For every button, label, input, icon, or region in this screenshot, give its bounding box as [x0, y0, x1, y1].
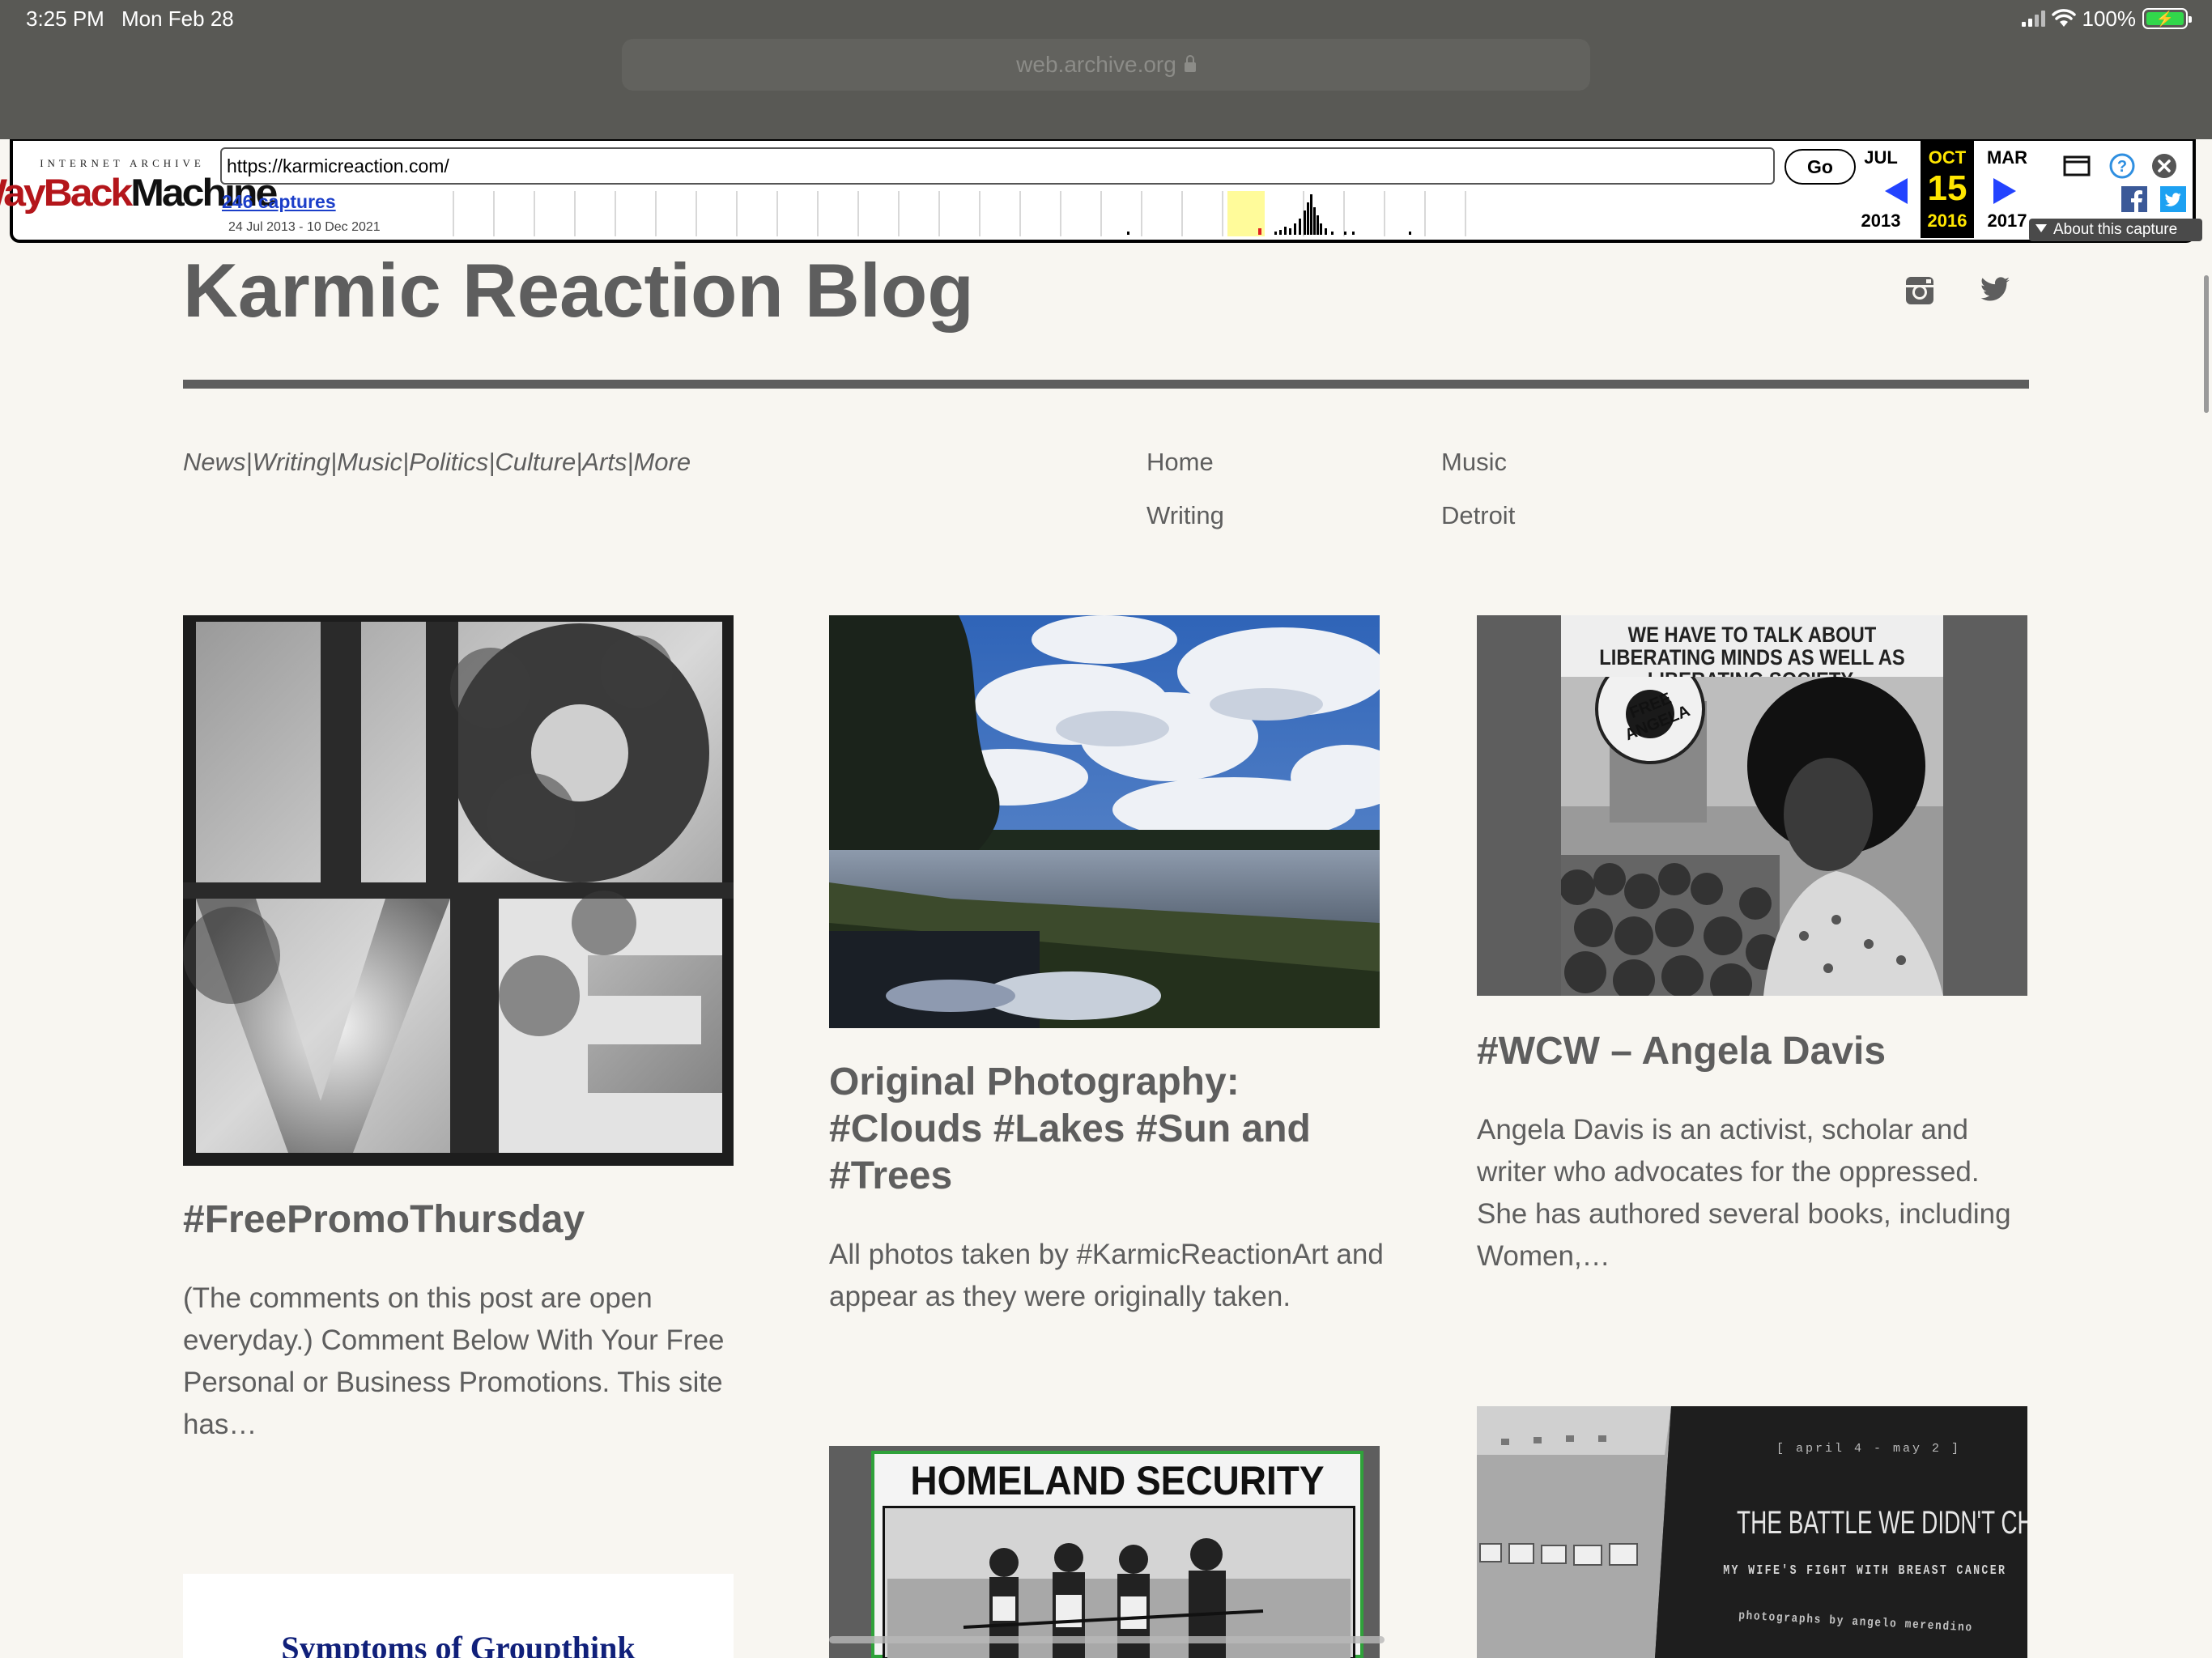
status-time: 3:25 PM [26, 6, 104, 31]
current-day: 15 [1927, 168, 1967, 208]
twitter-icon[interactable] [1980, 277, 2010, 301]
poster-panel: WE HAVE TO TALK ABOUT LIBERATING MINDS A… [1561, 615, 1943, 996]
lake-photo [829, 615, 1380, 1028]
horizontal-scroll-indicator[interactable] [829, 1636, 1385, 1643]
exhibit-dates: [ april 4 - may 2 ] [1776, 1442, 1962, 1456]
wayback-logo-main: WayBackMachine [0, 171, 278, 214]
capture-sparkline[interactable] [450, 191, 1478, 236]
wayback-go-button[interactable]: Go [1784, 149, 1856, 185]
instagram-icon[interactable] [1904, 275, 1935, 306]
next-year: 2017 [1987, 210, 2027, 231]
captures-link[interactable]: 246 captures [222, 191, 336, 213]
wifi-icon [2051, 9, 2076, 27]
wayback-logo[interactable]: INTERNET ARCHIVE WayBackMachine [0, 157, 278, 215]
prev-month: JUL [1864, 147, 1898, 168]
site-tagline: News|Writing|Music|Politics|Culture|Arts… [183, 448, 691, 476]
battery-percent: 100% [2082, 6, 2137, 31]
current-year: 2016 [1927, 210, 1967, 231]
post-title[interactable]: Original Photography: #Clouds #Lakes #Su… [829, 1059, 1315, 1200]
wayback-logo-top: INTERNET ARCHIVE [40, 157, 205, 169]
address-text: web.archive.org [1016, 52, 1176, 77]
twitter-share-icon[interactable] [2160, 186, 2186, 212]
homeland-photo [883, 1506, 1355, 1658]
nav-writing[interactable]: Writing [1146, 501, 1224, 530]
exhibit-subtitle: MY WIFE'S FIGHT WITH BREAST CANCER [1723, 1563, 2007, 1579]
post-image-angela-davis[interactable]: WE HAVE TO TALK ABOUT LIBERATING MINDS A… [1477, 615, 2027, 996]
battery-icon: ⚡ [2142, 8, 2192, 29]
post-image-love[interactable] [183, 615, 734, 1166]
vertical-scroll-indicator[interactable] [2204, 275, 2209, 413]
help-icon[interactable]: ? [2108, 152, 2136, 180]
prev-year: 2013 [1861, 210, 1901, 231]
calendar-next[interactable]: MAR 2017 [1980, 141, 2034, 238]
facebook-icon[interactable] [2121, 186, 2147, 212]
post-excerpt: (The comments on this post are open ever… [183, 1282, 725, 1440]
calendar-window-icon[interactable] [2063, 152, 2091, 180]
exhibit-title: THE BATTLE WE DIDN'T CHOOSE [1737, 1505, 2027, 1541]
calendar-prev[interactable]: JUL 2013 [1854, 141, 1908, 238]
nav-music[interactable]: Music [1441, 448, 1507, 477]
post-image-battle-exhibit[interactable]: [ april 4 - may 2 ] THE BATTLE WE DIDN'T… [1477, 1406, 2027, 1658]
post-image-groupthink[interactable]: Symptoms of Groupthink [183, 1574, 734, 1658]
about-capture-label: About this capture [2053, 221, 2178, 238]
capture-calendar: JUL 2013 OCT 15 2016 MAR 2017 [1854, 141, 2040, 241]
post-image-homeland-security[interactable]: HOMELAND SECURITY [829, 1446, 1380, 1658]
social-links [1904, 272, 2010, 308]
close-icon[interactable] [2150, 152, 2178, 180]
post-excerpt: All photos taken by #KarmicReactionArt a… [829, 1239, 1384, 1312]
address-bar[interactable]: web.archive.org [622, 39, 1590, 91]
post-excerpt: Angela Davis is an activist, scholar and… [1477, 1114, 2011, 1272]
love-artwork [183, 622, 734, 1153]
next-month: MAR [1986, 147, 2028, 168]
homeland-heading: HOMELAND SECURITY [910, 1458, 1325, 1503]
status-indicators: 100% ⚡ [2021, 5, 2192, 32]
dropdown-triangle-icon [2035, 224, 2047, 232]
nav-home[interactable]: Home [1146, 448, 1214, 477]
cellular-signal-icon [2021, 11, 2045, 27]
wayback-toolbar: INTERNET ARCHIVE WayBackMachine Go 246 c… [0, 139, 2202, 243]
post-title[interactable]: #WCW – Angela Davis [1477, 1028, 2027, 1075]
prev-capture-arrow-icon[interactable] [1885, 178, 1908, 204]
homeland-poster: HOMELAND SECURITY [871, 1451, 1363, 1658]
about-capture-button[interactable]: About this capture [2029, 219, 2202, 241]
wayback-logo-wayback: WayBack [0, 171, 133, 215]
post-image-lake[interactable] [829, 615, 1380, 1028]
status-date: Mon Feb 28 [121, 6, 234, 31]
current-month: OCT [1928, 147, 1967, 168]
next-capture-arrow-icon[interactable] [1993, 178, 2016, 204]
svg-text:?: ? [2117, 158, 2127, 176]
lock-icon [1184, 55, 1196, 72]
safari-chrome: 3:25 PM Mon Feb 28 100% ⚡ web.archive.or… [0, 0, 2212, 139]
groupthink-heading: Symptoms of Groupthink [281, 1630, 636, 1658]
wayback-url-input[interactable] [220, 147, 1775, 185]
site-title[interactable]: Karmic Reaction Blog [183, 247, 974, 334]
nav-detroit[interactable]: Detroit [1441, 501, 1515, 530]
calendar-current: OCT 15 2016 [1921, 141, 1974, 238]
post-title[interactable]: #FreePromoThursday [183, 1197, 734, 1244]
header-divider [183, 380, 2029, 389]
capture-date-range: 24 Jul 2013 - 10 Dec 2021 [228, 220, 381, 234]
